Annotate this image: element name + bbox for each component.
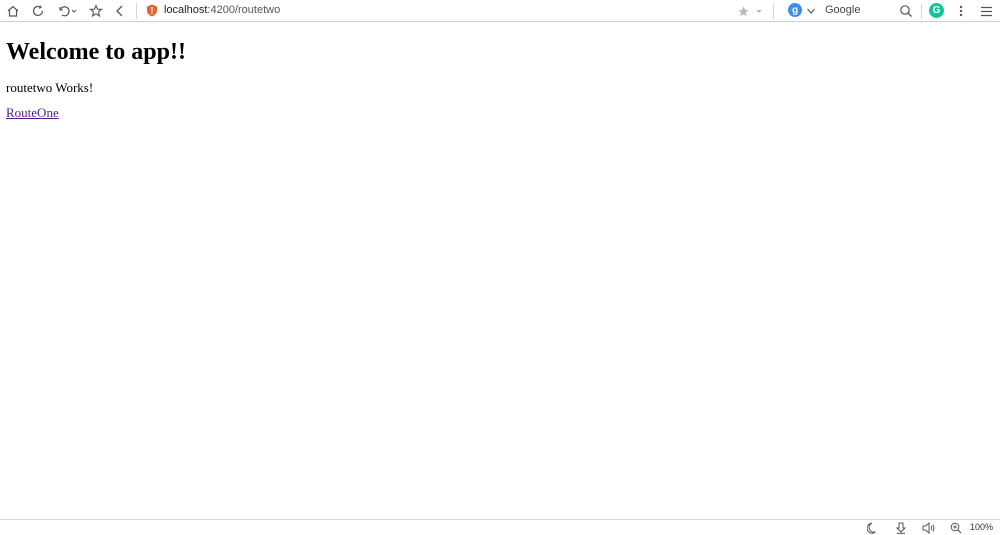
zoom-icon[interactable]: [949, 521, 963, 535]
hamburger-menu-icon[interactable]: [977, 2, 995, 20]
night-mode-icon[interactable]: [866, 521, 880, 535]
shield-icon: [146, 4, 158, 17]
browser-toolbar: localhost:4200/routetwo g Google G: [0, 0, 1000, 22]
address-bar[interactable]: localhost:4200/routetwo: [146, 0, 726, 21]
chevron-down-icon[interactable]: [804, 2, 818, 20]
bookmark-star-icon[interactable]: [734, 2, 752, 20]
menu-dots-icon[interactable]: [952, 2, 970, 20]
refresh-icon[interactable]: [29, 2, 47, 20]
url-text: localhost:4200/routetwo: [164, 0, 280, 21]
page-content: Welcome to app!! routetwo Works! RouteOn…: [0, 23, 1000, 518]
route-message: routetwo Works!: [6, 80, 94, 95]
dropdown-icon[interactable]: [752, 2, 766, 20]
back-icon[interactable]: [111, 2, 129, 20]
zoom-level[interactable]: 100%: [970, 520, 993, 535]
url-host: localhost: [164, 4, 208, 16]
page-title: Welcome to app!!: [6, 39, 186, 65]
speaker-icon[interactable]: [922, 521, 936, 535]
undo-icon[interactable]: [56, 2, 78, 20]
search-box-placeholder[interactable]: Google: [825, 0, 860, 21]
status-bar: 100%: [0, 519, 1000, 535]
home-icon[interactable]: [4, 2, 22, 20]
toolbar-divider: [773, 3, 774, 19]
grammarly-icon[interactable]: G: [929, 3, 944, 18]
search-engine-icon[interactable]: g: [788, 3, 802, 17]
toolbar-divider: [136, 3, 137, 19]
download-icon[interactable]: [894, 521, 908, 535]
toolbar-divider: [921, 3, 922, 19]
search-icon[interactable]: [897, 2, 915, 20]
url-path: :4200/routetwo: [207, 4, 281, 16]
route-one-link[interactable]: RouteOne: [6, 105, 59, 121]
star-outline-icon[interactable]: [87, 2, 105, 20]
